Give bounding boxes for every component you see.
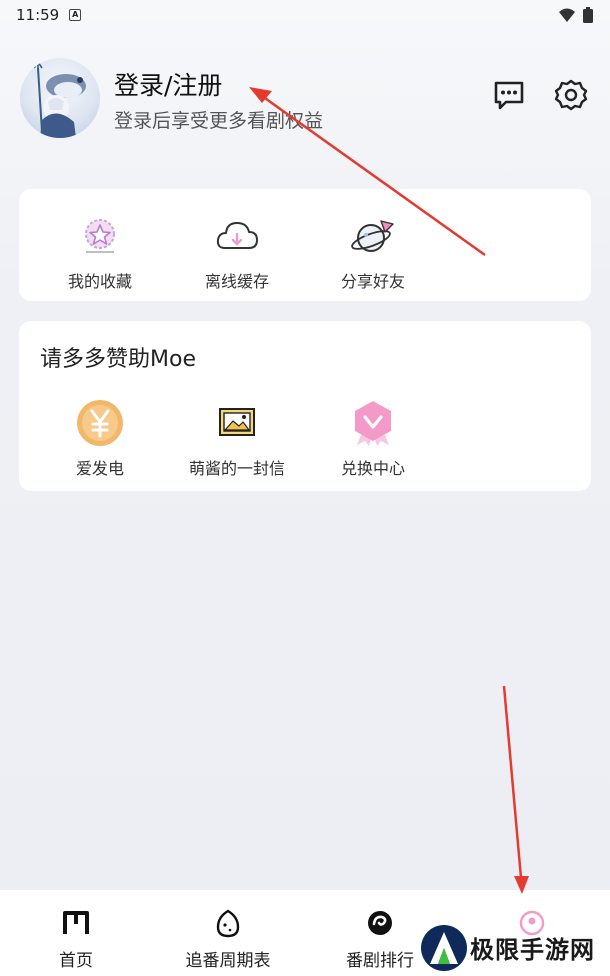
favorites-label: 我的收藏	[67, 272, 132, 291]
favorites-button[interactable]: 我的收藏	[40, 212, 160, 292]
offline-cache-button[interactable]: 离线缓存	[177, 212, 297, 292]
arrow-line-profile	[502, 685, 523, 879]
aifadian-button[interactable]: 爱发电	[40, 399, 160, 479]
login-register-link[interactable]: 登录/注册	[114, 66, 222, 102]
share-planet-icon	[351, 220, 394, 252]
login-subtitle: 登录后享受更多看剧权益	[114, 110, 324, 132]
exchange-center-button[interactable]: 兑换中心	[313, 399, 433, 479]
watermark: 极限手游网	[420, 920, 610, 976]
exchange-center-label: 兑换中心	[340, 459, 405, 478]
support-title: 请多多赞助Moe	[40, 347, 196, 372]
cloud-download-icon	[216, 222, 258, 249]
offline-cache-label: 离线缓存	[204, 272, 269, 291]
ranking-swirl-icon	[368, 911, 392, 935]
nav-home[interactable]: 首页	[1, 908, 151, 971]
watermark-text: 极限手游网	[470, 936, 595, 964]
share-friends-button[interactable]: 分享好友	[313, 212, 433, 292]
letter-button[interactable]: 萌酱的一封信	[177, 399, 297, 479]
status-bar: 11:59 A	[0, 0, 610, 30]
nav-home-label: 首页	[59, 951, 93, 971]
profile-header[interactable]: 登录/注册 登录后享受更多看剧权益	[20, 58, 590, 140]
letter-label: 萌酱的一封信	[188, 459, 285, 478]
avatar[interactable]	[20, 58, 100, 138]
quick-actions-card: 我的收藏 离线缓存 分享好友	[19, 189, 591, 301]
nav-schedule[interactable]: 追番周期表	[153, 908, 303, 971]
share-friends-label: 分享好友	[340, 272, 405, 291]
avatar-illustration	[33, 60, 86, 138]
favorite-star-icon	[85, 219, 115, 253]
support-card: 请多多赞助Moe 爱发电 萌酱的一封信 兑换中心	[19, 321, 591, 491]
home-m-icon	[63, 911, 89, 934]
wifi-icon	[559, 8, 575, 22]
nav-schedule-label: 追番周期表	[185, 951, 271, 971]
exchange-badge-icon	[355, 401, 391, 446]
watermark-logo-icon	[421, 925, 467, 971]
status-time: 11:59	[16, 6, 60, 24]
battery-icon	[583, 7, 593, 23]
aifadian-label: 爱发电	[75, 459, 124, 478]
a-notification-icon: A	[69, 9, 82, 21]
message-icon[interactable]	[492, 78, 526, 112]
gear-icon[interactable]	[554, 78, 588, 112]
letter-picture-icon	[219, 408, 255, 436]
status-icons	[558, 6, 594, 24]
egg-icon	[216, 909, 240, 938]
yen-coin-icon	[77, 400, 123, 446]
